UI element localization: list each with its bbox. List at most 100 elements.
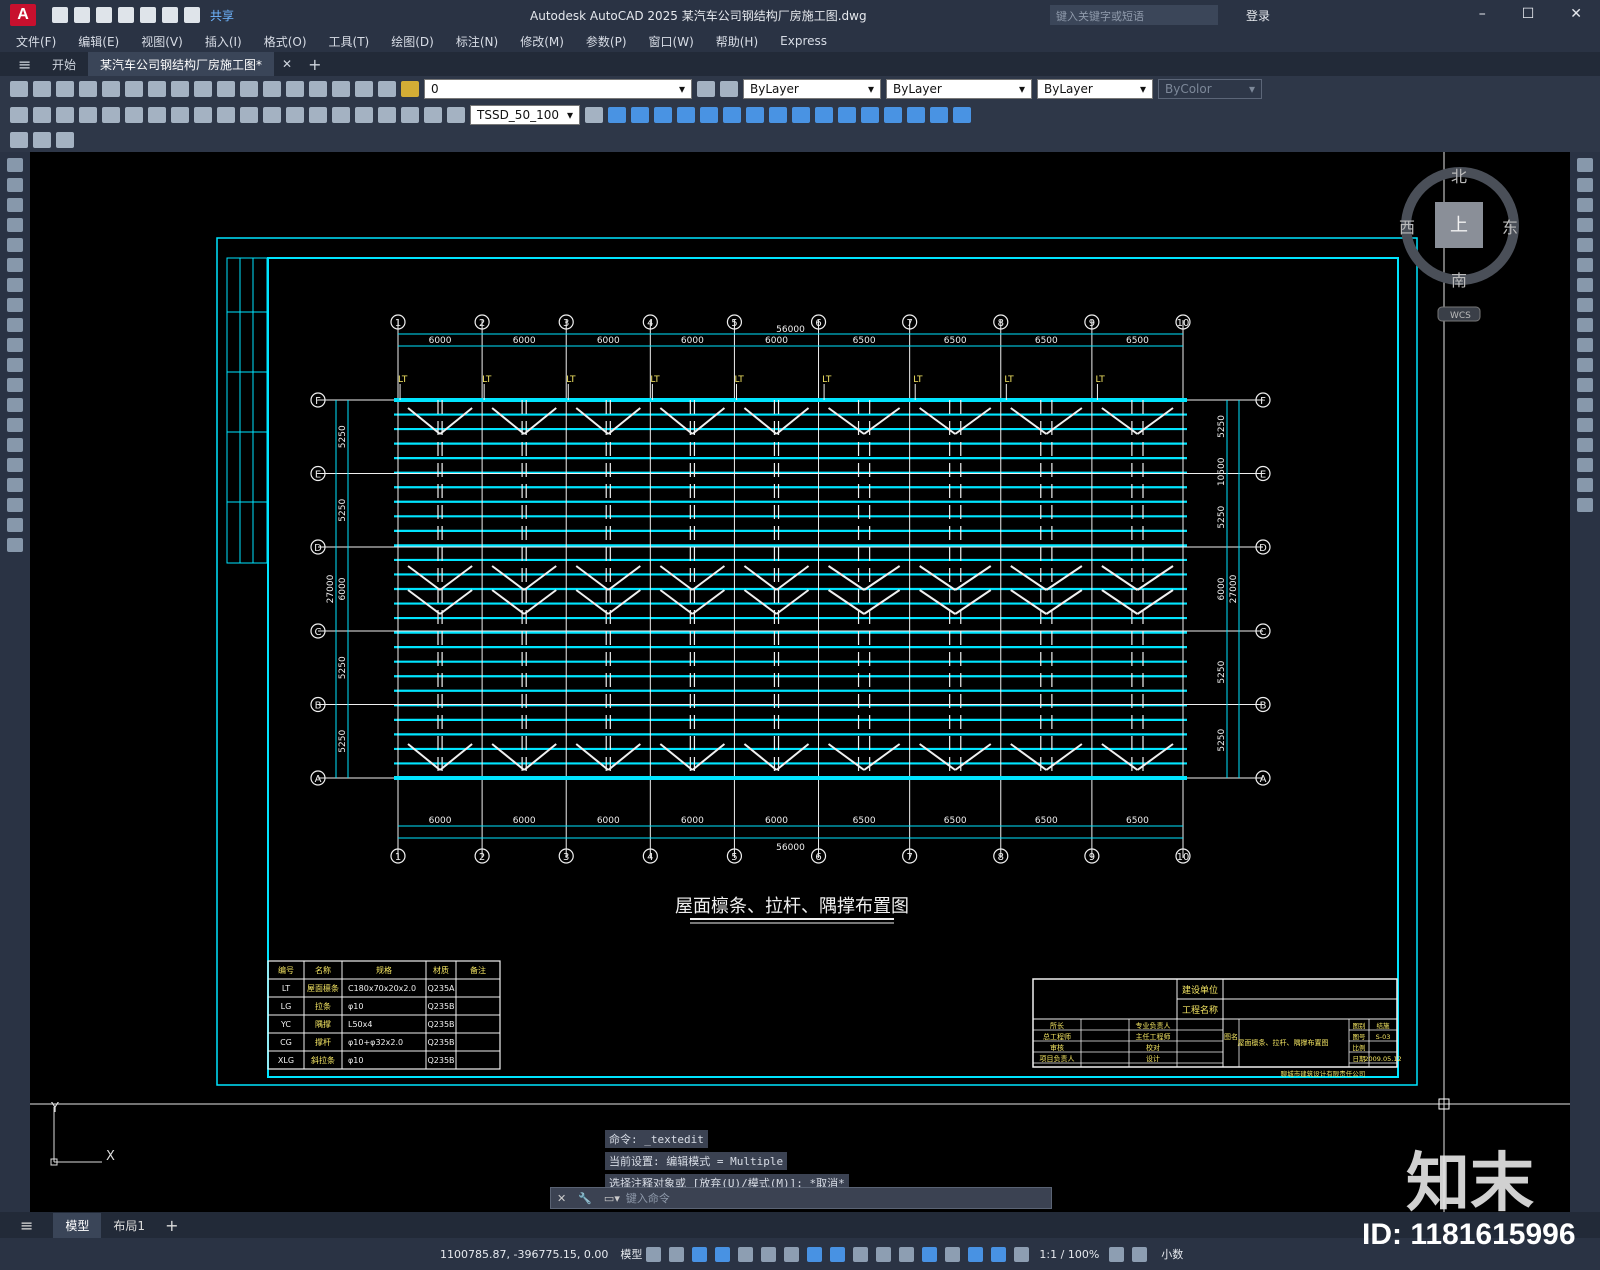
dim-space-icon[interactable] [263, 107, 281, 123]
gizmo-icon[interactable] [968, 1246, 984, 1262]
zoom-icon[interactable] [309, 81, 327, 97]
close-icon[interactable]: ✕ [1570, 6, 1582, 22]
isodraft-icon[interactable] [784, 1246, 800, 1262]
maximize-icon[interactable]: ☐ [1522, 6, 1535, 22]
radius-dim-icon[interactable] [102, 107, 120, 123]
explode-icon[interactable] [1577, 498, 1593, 512]
tolerance-icon[interactable] [309, 107, 327, 123]
visual-style-icon[interactable] [861, 107, 879, 123]
publish-icon[interactable] [125, 81, 143, 97]
annotation-visibility-icon[interactable] [991, 1246, 1007, 1262]
view-left-icon[interactable] [677, 107, 695, 123]
mtext-icon[interactable] [7, 518, 23, 532]
viewcube-west[interactable]: 西 [1399, 218, 1415, 237]
dim-edit-icon[interactable] [401, 107, 419, 123]
tab-drawing[interactable]: 某汽车公司钢结构厂房施工图* [88, 52, 275, 76]
view-right-icon[interactable] [700, 107, 718, 123]
stretch-icon[interactable] [1577, 318, 1593, 332]
close-tab-icon[interactable]: ✕ [274, 57, 300, 71]
search-input[interactable]: 键入关键字或短语 [1050, 5, 1218, 25]
add-layout-icon[interactable]: + [157, 1212, 186, 1239]
polygon-icon[interactable] [7, 218, 23, 232]
ortho-icon[interactable] [738, 1246, 754, 1262]
hatch-icon[interactable] [7, 438, 23, 452]
insert-block-icon[interactable] [7, 378, 23, 392]
dynamic-ucs-icon[interactable] [945, 1246, 961, 1262]
menu-view[interactable]: 视图(V) [141, 33, 183, 50]
layout-menu-icon[interactable]: ≡ [0, 1216, 53, 1235]
wrench-icon[interactable]: 🔧 [572, 1192, 598, 1205]
menu-format[interactable]: 格式(O) [264, 33, 307, 50]
mirror-icon[interactable] [1577, 198, 1593, 212]
view-3d-icon[interactable] [608, 107, 626, 123]
menu-tools[interactable]: 工具(T) [329, 33, 370, 50]
inspect-icon[interactable] [355, 107, 373, 123]
object-snap-icon[interactable] [830, 1246, 846, 1262]
cursor-coordinates[interactable]: 1100785.87, -396775.15, 0.00 [440, 1248, 608, 1261]
menu-edit[interactable]: 编辑(E) [78, 33, 119, 50]
menu-help[interactable]: 帮助(H) [716, 33, 758, 50]
auto-scale-icon[interactable] [1014, 1246, 1030, 1262]
view-ne-icon[interactable] [815, 107, 833, 123]
region-icon[interactable] [7, 478, 23, 492]
paste-icon[interactable] [194, 81, 212, 97]
tab-start[interactable]: 开始 [40, 52, 88, 76]
dimstyle-dropdown[interactable]: TSSD_50_100 ▾ [470, 105, 580, 125]
open-icon[interactable] [33, 81, 51, 97]
plotstyle-dropdown[interactable]: ByColor ▾ [1158, 79, 1262, 99]
selection-cycling-icon[interactable] [899, 1246, 915, 1262]
new-tab-icon[interactable]: + [300, 55, 329, 74]
snap-icon[interactable] [669, 1246, 685, 1262]
walk-icon[interactable] [907, 107, 925, 123]
tab-layout1[interactable]: 布局1 [101, 1213, 157, 1238]
design-center-icon[interactable] [355, 81, 373, 97]
copy-object-icon[interactable] [1577, 178, 1593, 192]
match-properties-icon[interactable] [217, 81, 235, 97]
menu-dimension[interactable]: 标注(N) [456, 33, 498, 50]
ellipse-icon[interactable] [7, 338, 23, 352]
new-file-icon[interactable] [52, 7, 68, 23]
save-as-icon[interactable] [118, 7, 134, 23]
menu-modify[interactable]: 修改(M) [520, 33, 564, 50]
undo-icon[interactable] [162, 7, 178, 23]
arc-length-icon[interactable] [56, 107, 74, 123]
command-input[interactable]: 键入命令 [626, 1190, 670, 1206]
view-top-icon[interactable] [631, 107, 649, 123]
dim-text-edit-icon[interactable] [424, 107, 442, 123]
menu-window[interactable]: 窗口(W) [649, 33, 694, 50]
view-nw-icon[interactable] [838, 107, 856, 123]
break-icon[interactable] [1577, 398, 1593, 412]
diameter-dim-icon[interactable] [148, 107, 166, 123]
camera-icon[interactable] [953, 107, 971, 123]
polyline-icon[interactable] [7, 198, 23, 212]
orbit-icon[interactable] [884, 107, 902, 123]
close-icon[interactable]: ✕ [551, 1192, 572, 1205]
color-dropdown[interactable]: ByLayer ▾ [743, 79, 881, 99]
trim-icon[interactable] [1577, 338, 1593, 352]
qnew-icon[interactable] [10, 81, 28, 97]
annotation-scale[interactable]: 1:1 / 100% [1039, 1248, 1099, 1261]
view-back-icon[interactable] [746, 107, 764, 123]
view-front-icon[interactable] [723, 107, 741, 123]
menu-file[interactable]: 文件(F) [16, 33, 56, 50]
login-button[interactable]: 登录 [1246, 7, 1270, 24]
properties-icon[interactable] [332, 81, 350, 97]
menu-draw[interactable]: 绘图(D) [391, 33, 434, 50]
drawing-canvas[interactable]: Y X 上 北 南 东 西 WCS LT LT LT LT LT LT LT LT LT 1 1 2 2… [30, 152, 1570, 1212]
viewcube-east[interactable]: 东 [1502, 218, 1518, 237]
chamfer-icon[interactable] [1577, 438, 1593, 452]
copy-icon[interactable] [171, 81, 189, 97]
tab-model[interactable]: 模型 [53, 1212, 102, 1238]
layer-manager-icon[interactable] [697, 81, 715, 97]
dim-update-icon[interactable] [447, 107, 465, 123]
hamburger-menu-icon[interactable]: ≡ [0, 55, 40, 74]
menu-insert[interactable]: 插入(I) [205, 33, 242, 50]
lineweight-icon[interactable] [853, 1246, 869, 1262]
undo-toolbar-icon[interactable] [240, 81, 258, 97]
menu-express[interactable]: Express [780, 34, 827, 48]
layer-dropdown[interactable]: 0 ▾ [424, 79, 692, 99]
dim-break-icon[interactable] [286, 107, 304, 123]
extend-icon[interactable] [1577, 358, 1593, 372]
table-icon[interactable] [7, 498, 23, 512]
linetype-dropdown[interactable]: ByLayer ▾ [886, 79, 1032, 99]
